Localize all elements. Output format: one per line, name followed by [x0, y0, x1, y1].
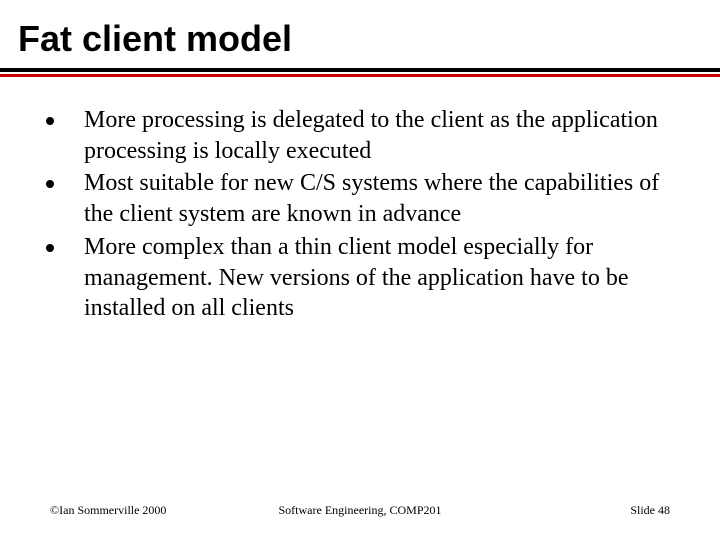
bullet-item: Most suitable for new C/S systems where … — [40, 168, 680, 229]
slide-title: Fat client model — [0, 18, 720, 66]
bullet-item: More complex than a thin client model es… — [40, 232, 680, 324]
bullet-icon — [46, 180, 54, 188]
bullet-icon — [46, 244, 54, 252]
bullet-text: More processing is delegated to the clie… — [84, 105, 680, 166]
bullet-icon — [46, 117, 54, 125]
bullet-item: More processing is delegated to the clie… — [40, 105, 680, 166]
content-area: More processing is delegated to the clie… — [0, 77, 720, 324]
footer-copyright: ©Ian Sommerville 2000 — [50, 503, 166, 518]
footer: ©Ian Sommerville 2000 Software Engineeri… — [0, 503, 720, 518]
slide: Fat client model More processing is dele… — [0, 0, 720, 540]
bullet-text: More complex than a thin client model es… — [84, 232, 680, 324]
footer-course: Software Engineering, COMP201 — [279, 503, 442, 518]
bullet-text: Most suitable for new C/S systems where … — [84, 168, 680, 229]
title-underline-black — [0, 68, 720, 72]
footer-slide-number: Slide 48 — [630, 503, 670, 518]
